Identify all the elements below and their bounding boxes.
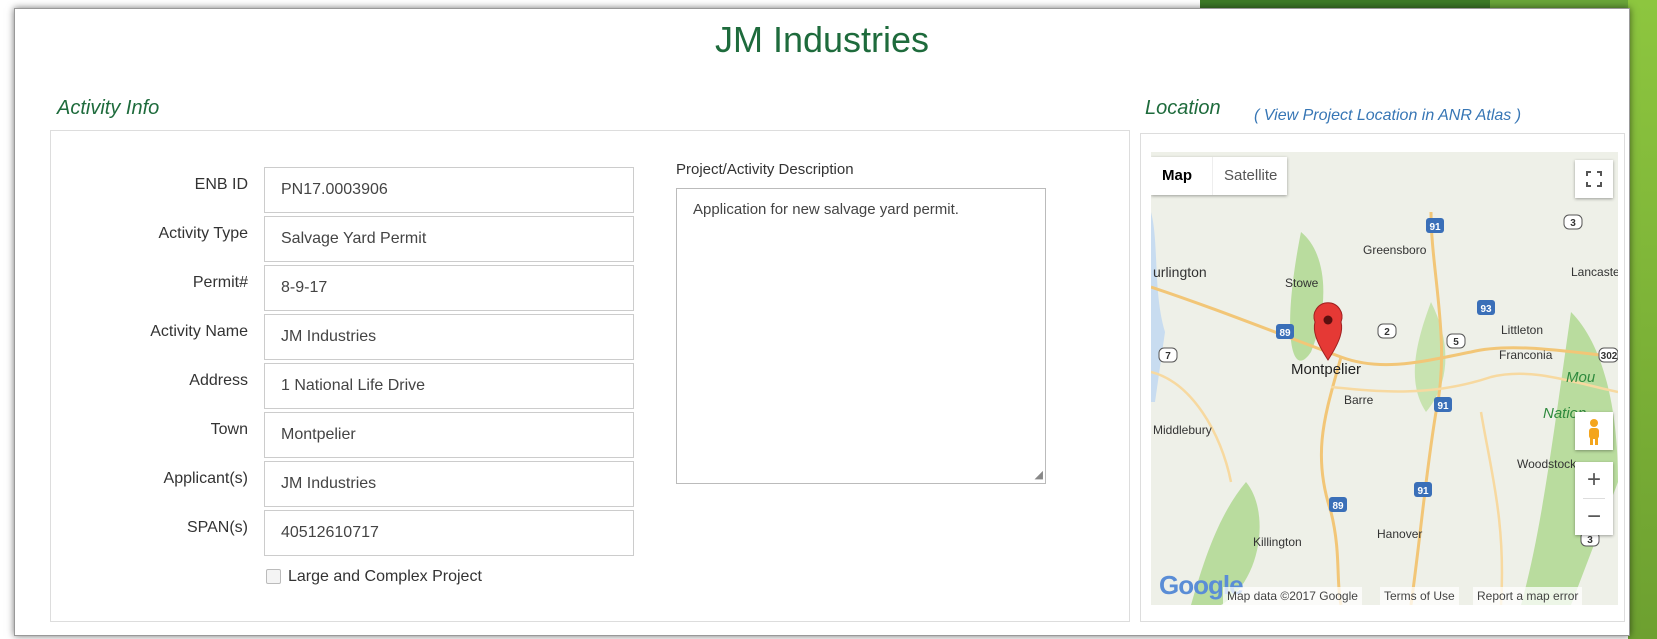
map-label-lancaster: Lancaste [1571, 265, 1618, 279]
activity-type-field[interactable]: Salvage Yard Permit [264, 216, 634, 262]
enb-id-field[interactable]: PN17.0003906 [264, 167, 634, 213]
right-accent-bar [1628, 0, 1657, 639]
map-label-killington: Killington [1253, 535, 1302, 549]
terms-of-use-link[interactable]: Terms of Use [1380, 587, 1459, 605]
map-type-control: Map Satellite [1151, 157, 1287, 195]
us2-shield: 2 [1384, 327, 1390, 338]
field-label-activity-type: Activity Type [158, 225, 248, 242]
address-field[interactable]: 1 National Life Drive [264, 363, 634, 409]
i93-shield: 93 [1480, 304, 1492, 315]
pegman-icon [1589, 419, 1599, 445]
description-label: Project/Activity Description [676, 161, 854, 178]
i91-shield-c: 91 [1417, 486, 1429, 497]
fullscreen-button[interactable] [1575, 160, 1613, 198]
field-label-town: Town [210, 421, 248, 438]
description-text: Application for new salvage yard permit. [693, 201, 959, 218]
field-label-applicants: Applicant(s) [163, 470, 248, 487]
map-view[interactable]: urlington Stowe Greensboro Lancaste Mont… [1151, 152, 1618, 605]
map-label-burlington: urlington [1153, 264, 1207, 280]
map-data-credit: Map data ©2017 Google [1223, 587, 1362, 605]
map-tab[interactable]: Map [1151, 157, 1203, 195]
street-view-button[interactable] [1575, 412, 1613, 450]
us302-shield: 302 [1601, 351, 1618, 362]
zoom-in-button[interactable]: + [1575, 462, 1613, 498]
page-title: JM Industries [714, 19, 930, 60]
map-label-franconia: Franconia [1499, 348, 1553, 362]
large-complex-label: Large and Complex Project [288, 568, 482, 585]
map-label-middlebury: Middlebury [1153, 423, 1212, 437]
report-map-error-link[interactable]: Report a map error [1473, 587, 1583, 605]
location-heading: Location [1145, 97, 1221, 119]
us5-shield: 5 [1453, 337, 1459, 348]
map-label-montpelier: Montpelier [1291, 361, 1361, 378]
zoom-out-button[interactable]: − [1575, 499, 1613, 535]
map-label-stowe: Stowe [1285, 276, 1319, 290]
field-label-address: Address [189, 372, 248, 389]
field-label-enb-id: ENB ID [194, 176, 248, 193]
town-field[interactable]: Montpelier [264, 412, 634, 458]
i91-shield-b: 91 [1437, 401, 1449, 412]
map-label-greensboro: Greensboro [1363, 243, 1427, 257]
map-label-barre: Barre [1344, 393, 1374, 407]
zoom-control: + − [1575, 462, 1613, 535]
resize-grip-icon[interactable]: ◢ [1035, 468, 1043, 481]
satellite-tab[interactable]: Satellite [1212, 157, 1288, 195]
map-canvas: urlington Stowe Greensboro Lancaste Mont… [1151, 152, 1618, 605]
field-label-activity-name: Activity Name [150, 323, 248, 340]
i89-shield-b: 89 [1332, 501, 1344, 512]
map-label-mountain: Mou [1566, 369, 1596, 386]
i89-shield-a: 89 [1279, 328, 1291, 339]
fullscreen-icon [1586, 171, 1602, 187]
us3-shield-b: 3 [1587, 535, 1593, 546]
map-label-littleton: Littleton [1501, 323, 1543, 337]
activity-name-field[interactable]: JM Industries [264, 314, 634, 360]
us3-shield-a: 3 [1570, 218, 1576, 229]
map-label-woodstock: Woodstock [1517, 457, 1577, 471]
field-label-spans: SPAN(s) [186, 519, 248, 536]
field-label-permit: Permit# [192, 274, 248, 291]
us7-shield: 7 [1165, 351, 1171, 362]
description-textarea[interactable]: Application for new salvage yard permit.… [676, 188, 1046, 484]
permit-field[interactable]: 8-9-17 [264, 265, 634, 311]
large-complex-checkbox[interactable] [266, 569, 281, 584]
map-label-hanover: Hanover [1377, 527, 1422, 541]
applicants-field[interactable]: JM Industries [264, 461, 634, 507]
activity-info-heading: Activity Info [57, 97, 160, 119]
spans-field[interactable]: 40512610717 [264, 510, 634, 556]
i91-shield-a: 91 [1429, 222, 1441, 233]
anr-atlas-link[interactable]: ( View Project Location in ANR Atlas ) [1254, 107, 1521, 125]
